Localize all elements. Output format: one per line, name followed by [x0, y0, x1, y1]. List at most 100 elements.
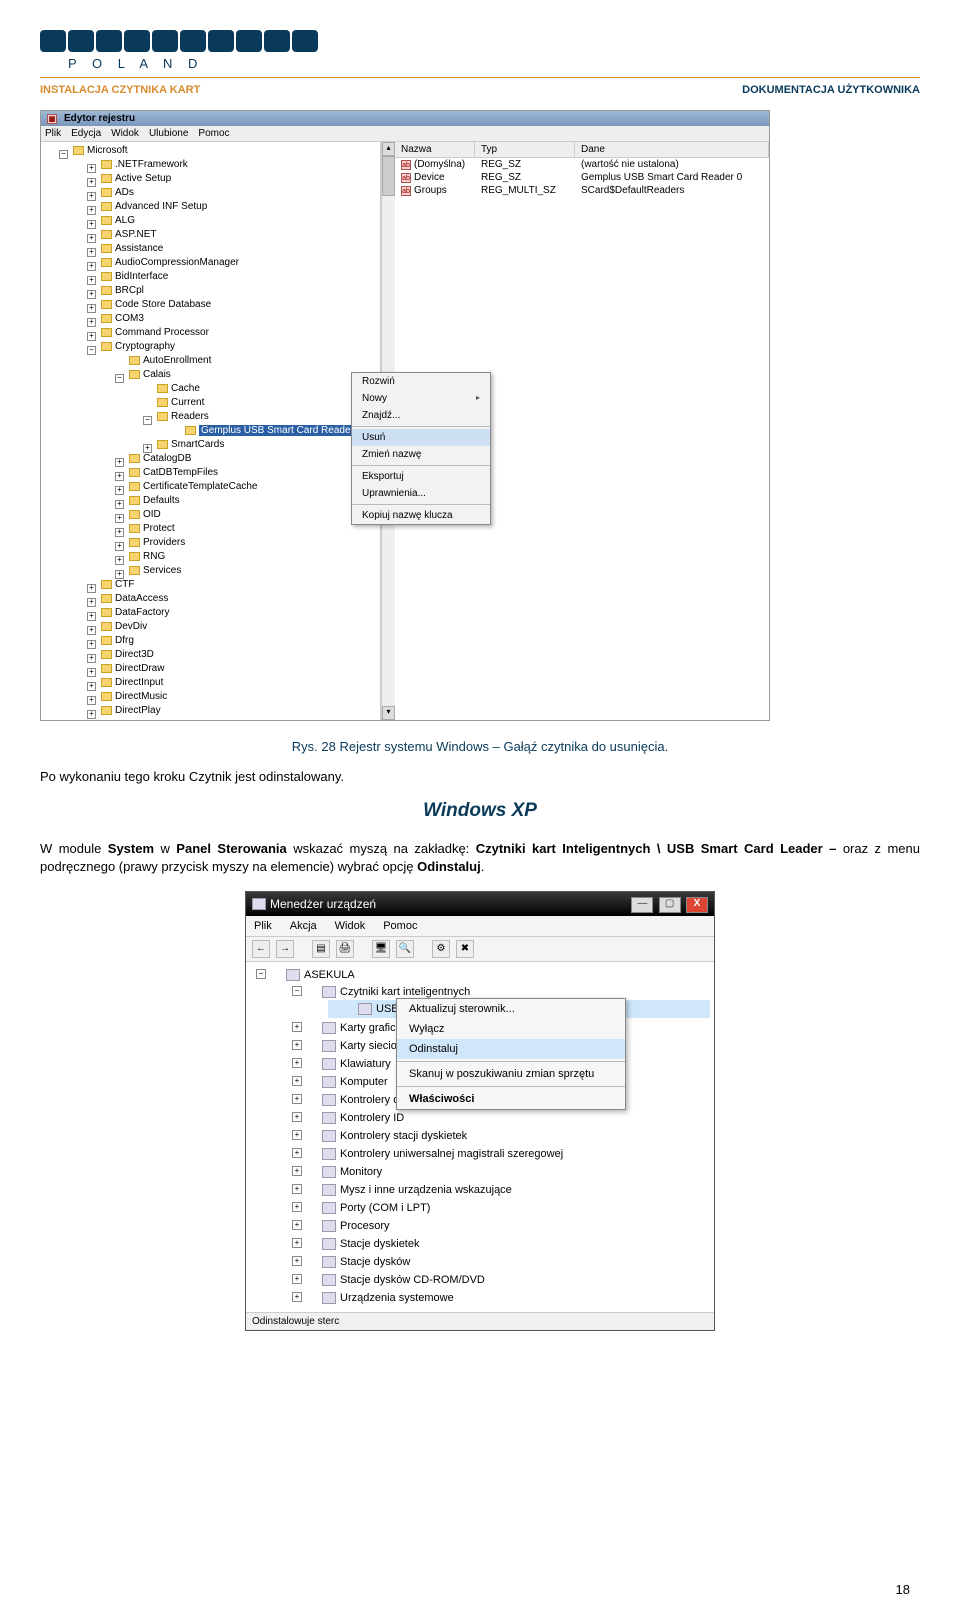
toolbar-icon[interactable]: ⚙	[432, 940, 450, 958]
tree-node[interactable]: AutoEnrollment	[115, 354, 380, 368]
toolbar-icon[interactable]: 🖥	[372, 940, 390, 958]
maximize-button[interactable]: ▢	[659, 897, 681, 913]
tree-node[interactable]: CryptographyAutoEnrollmentCalaisCacheCur…	[87, 340, 380, 578]
tree-node[interactable]: COM3	[87, 312, 380, 326]
column-header[interactable]: Typ	[475, 142, 575, 157]
menu-item[interactable]: Plik	[45, 128, 61, 139]
menu-item[interactable]: Akcja	[290, 920, 317, 932]
ctx-item[interactable]: Znajdź...	[352, 407, 490, 424]
tree-node[interactable]: Microsoft .NETFrameworkActive SetupADsAd…	[59, 144, 380, 718]
tree-node[interactable]: AudioCompressionManager	[87, 256, 380, 270]
ctx-item[interactable]: Nowy	[352, 390, 490, 407]
ctx-item[interactable]: Eksportuj	[352, 468, 490, 485]
tree-node[interactable]: DirectInput	[87, 676, 380, 690]
menu-item[interactable]: Edycja	[71, 128, 101, 139]
tree-category[interactable]: Porty (COM i LPT)	[292, 1199, 710, 1217]
tree-node[interactable]: Assistance	[87, 242, 380, 256]
tree-node[interactable]: DataAccess	[87, 592, 380, 606]
card-reader-icon	[322, 986, 336, 998]
tree-node[interactable]: Advanced INF Setup	[87, 200, 380, 214]
tree-node[interactable]: Services	[115, 564, 380, 578]
tree-node-selected[interactable]: Gemplus USB Smart Card Reader 0	[171, 424, 380, 438]
close-button[interactable]: X	[686, 897, 708, 913]
device-category-icon	[322, 1166, 336, 1178]
tree-node[interactable]: .NETFramework	[87, 158, 380, 172]
table-row[interactable]: abGroupsREG_MULTI_SZSCard$DefaultReaders	[395, 184, 769, 197]
tree-node[interactable]: ALG	[87, 214, 380, 228]
scroll-thumb[interactable]	[382, 156, 395, 196]
ctx-item[interactable]: Skanuj w poszukiwaniu zmian sprzętu	[397, 1064, 625, 1084]
tree-node[interactable]: DirectPlay	[87, 704, 380, 718]
ctx-item[interactable]: Rozwiń	[352, 373, 490, 390]
tree-node[interactable]: Active Setup	[87, 172, 380, 186]
menu-item[interactable]: Widok	[335, 920, 366, 932]
ctx-item[interactable]: Uprawnienia...	[352, 485, 490, 502]
ctx-item-properties[interactable]: Właściwości	[397, 1089, 625, 1109]
tree-node[interactable]: OID	[115, 508, 380, 522]
menu-item[interactable]: Ulubione	[149, 128, 188, 139]
ctx-item[interactable]: Zmień nazwę	[352, 446, 490, 463]
tree-node[interactable]: ReadersGemplus USB Smart Card Reader 0	[143, 410, 380, 438]
tree-node[interactable]: Protect	[115, 522, 380, 536]
device-tree-pane: ASEKULA Czytniki kart inteligentnych USB…	[246, 962, 714, 1312]
tree-node[interactable]: CalaisCacheCurrentReadersGemplus USB Sma…	[115, 368, 380, 452]
tree-node[interactable]: RNG	[115, 550, 380, 564]
scroll-down-button[interactable]: ▾	[382, 706, 395, 720]
tree-node[interactable]: BRCpl	[87, 284, 380, 298]
menu-item[interactable]: Pomoc	[198, 128, 229, 139]
tree-category[interactable]: Stacje dysków CD-ROM/DVD	[292, 1271, 710, 1289]
tree-category[interactable]: Kontrolery stacji dyskietek	[292, 1127, 710, 1145]
tree-node[interactable]: DataFactory	[87, 606, 380, 620]
toolbar-icon[interactable]: ▤	[312, 940, 330, 958]
tree-node[interactable]: Cache	[143, 382, 380, 396]
tree-category[interactable]: Urządzenia systemowe	[292, 1289, 710, 1307]
tree-category[interactable]: Kontrolery ID	[292, 1109, 710, 1127]
tree-category[interactable]: Monitory	[292, 1163, 710, 1181]
tree-category[interactable]: Kontrolery uniwersalnej magistrali szere…	[292, 1145, 710, 1163]
tree-category[interactable]: Stacje dysków	[292, 1253, 710, 1271]
ctx-item[interactable]: Aktualizuj sterownik...	[397, 999, 625, 1019]
ctx-item-uninstall[interactable]: Odinstaluj	[397, 1039, 625, 1059]
menu-item[interactable]: Plik	[254, 920, 272, 932]
tree-node[interactable]: Command Processor	[87, 326, 380, 340]
ctx-item[interactable]: Wyłącz	[397, 1019, 625, 1039]
tree-node[interactable]: ADs	[87, 186, 380, 200]
tree-node[interactable]: CatalogDB	[115, 452, 380, 466]
table-row[interactable]: abDeviceREG_SZGemplus USB Smart Card Rea…	[395, 171, 769, 184]
menu-item[interactable]: Pomoc	[383, 920, 417, 932]
window-title: Menedżer urządzeń	[252, 897, 376, 911]
ctx-item-delete[interactable]: Usuń	[352, 429, 490, 446]
tree-node[interactable]: SmartCards	[143, 438, 380, 452]
tree-node[interactable]: DirectDraw	[87, 662, 380, 676]
tree-node[interactable]: Providers	[115, 536, 380, 550]
ctx-item[interactable]: Kopiuj nazwę klucza	[352, 507, 490, 524]
tree-category[interactable]: Procesory	[292, 1217, 710, 1235]
brand-subtext: P O L A N D	[68, 56, 920, 71]
toolbar-icon[interactable]: 🔍	[396, 940, 414, 958]
tree-node[interactable]: Code Store Database	[87, 298, 380, 312]
tree-node[interactable]: DirectMusic	[87, 690, 380, 704]
tree-node[interactable]: Direct3D	[87, 648, 380, 662]
tree-category[interactable]: Mysz i inne urządzenia wskazujące	[292, 1181, 710, 1199]
tree-node[interactable]: ASP.NET	[87, 228, 380, 242]
tree-node[interactable]: DevDiv	[87, 620, 380, 634]
toolbar-icon[interactable]: 🖨	[336, 940, 354, 958]
back-button[interactable]: ←	[252, 940, 270, 958]
forward-button[interactable]: →	[276, 940, 294, 958]
tree-category[interactable]: Stacje dyskietek	[292, 1235, 710, 1253]
table-row[interactable]: ab(Domyślna)REG_SZ(wartość nie ustalona)	[395, 158, 769, 171]
toolbar-icon[interactable]: ✖	[456, 940, 474, 958]
column-header[interactable]: Dane	[575, 142, 769, 157]
tree-node[interactable]: CertificateTemplateCache	[115, 480, 380, 494]
tree-node[interactable]: Dfrg	[87, 634, 380, 648]
column-header[interactable]: Nazwa	[395, 142, 475, 157]
menu-item[interactable]: Widok	[111, 128, 139, 139]
tree-node[interactable]: Defaults	[115, 494, 380, 508]
scroll-up-button[interactable]: ▴	[382, 142, 395, 156]
tree-node[interactable]: CTF	[87, 578, 380, 592]
tree-node[interactable]: CatDBTempFiles	[115, 466, 380, 480]
minimize-button[interactable]: —	[631, 897, 653, 913]
tree-node[interactable]: BidInterface	[87, 270, 380, 284]
tree-node[interactable]: Current	[143, 396, 380, 410]
device-category-icon	[322, 1058, 336, 1070]
